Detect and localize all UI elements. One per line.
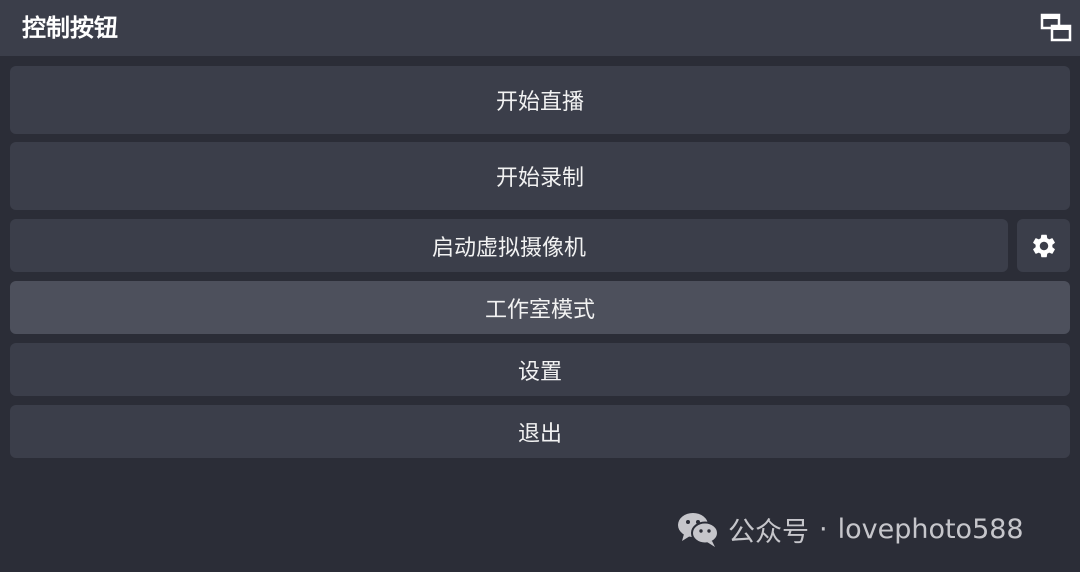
virtual-camera-settings-button[interactable] (1017, 219, 1070, 272)
start-streaming-button[interactable]: 开始直播 (10, 66, 1070, 134)
watermark-account: lovephoto588 (837, 513, 1024, 545)
wechat-icon (678, 513, 719, 547)
watermark-label: 公众号 (728, 516, 809, 548)
dock-title: 控制按钮 (22, 14, 118, 42)
dock-titlebar: 控制按钮 (0, 0, 1080, 56)
start-virtual-camera-button[interactable]: 启动虚拟摄像机 (10, 219, 1008, 272)
watermark-separator: · (819, 513, 828, 545)
exit-button[interactable]: 退出 (10, 405, 1070, 458)
start-recording-button[interactable]: 开始录制 (10, 142, 1070, 210)
watermark: 公众号 · lovephoto588 (676, 506, 1024, 552)
studio-mode-button[interactable]: 工作室模式 (10, 281, 1070, 334)
float-window-icon[interactable] (1040, 12, 1072, 44)
controls-dock: 控制按钮 开始直播 开始录制 启动虚拟摄像机 工作室模式 设置 退出 公众号 ·… (0, 0, 1080, 572)
gear-icon (1032, 234, 1055, 257)
settings-button[interactable]: 设置 (10, 343, 1070, 396)
